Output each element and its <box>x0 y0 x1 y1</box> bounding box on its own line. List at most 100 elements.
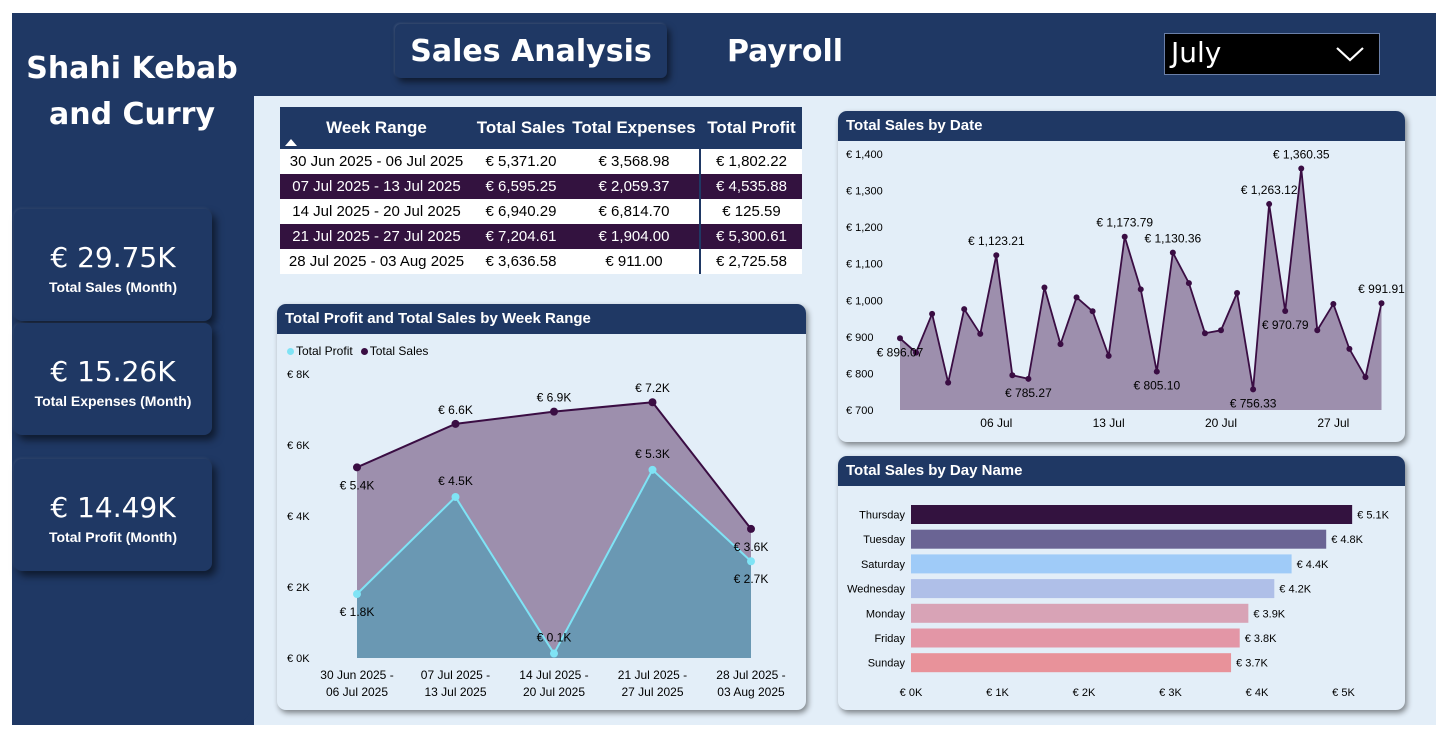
sales-by-date-chart-card: Total Sales by Date € 700 € 800 € 900 € 1,0… <box>838 111 1405 442</box>
sales-point <box>945 379 952 386</box>
sales-point <box>1185 280 1192 287</box>
sales-point <box>1073 294 1080 301</box>
cell-total-profit: € 125.59 <box>699 199 802 224</box>
x-tick-label: 03 Aug 2025 <box>717 685 785 699</box>
bar-value-label: € 4.8K <box>1331 534 1363 546</box>
x-tick-label: 28 Jul 2025 - <box>716 668 785 682</box>
sales-point <box>897 335 903 342</box>
profit-data-label: € 4.5K <box>438 474 473 488</box>
kpi-label: Total Profit (Month) <box>48 529 178 545</box>
sales-point <box>1009 372 1016 379</box>
column-header-week-range[interactable]: Week Range <box>280 107 473 149</box>
y-tick-label: € 900 <box>846 332 874 344</box>
kpi-value: € 29.75K <box>50 241 176 274</box>
sales-by-date-area-chart[interactable]: € 700 € 800 € 900 € 1,000 € 1,100 € 1,200 € 1,… <box>838 141 1405 442</box>
cell-total-sales: € 7,204.61 <box>473 224 569 249</box>
data-label: € 785.27 <box>1005 386 1052 400</box>
sales-point <box>1330 300 1337 307</box>
x-tick-label: € 0K <box>900 687 923 699</box>
x-tick-label: € 3K <box>1159 687 1182 699</box>
sales-point <box>550 407 558 416</box>
kpi-card-total-sales: € 29.75K Total Sales (Month) <box>14 209 212 321</box>
sales-point <box>1089 308 1096 315</box>
cell-week-range: 14 Jul 2025 - 20 Jul 2025 <box>280 199 473 224</box>
sales-point <box>451 419 460 428</box>
cell-total-expenses: € 911.00 <box>569 249 700 274</box>
bar <box>911 529 1327 549</box>
sales-point <box>977 330 984 337</box>
data-label: € 756.33 <box>1230 396 1277 410</box>
x-tick-label: 27 Jul 2025 <box>621 685 683 699</box>
bar <box>911 554 1292 574</box>
y-tick-label: € 700 <box>846 405 874 417</box>
sales-point <box>747 524 755 533</box>
profit-data-label: € 2.7K <box>734 572 769 586</box>
data-label: € 1,123.21 <box>968 234 1025 248</box>
column-header-total-sales[interactable]: Total Sales <box>473 107 569 149</box>
table-row[interactable]: 07 Jul 2025 - 13 Jul 2025 € 6,595.25 € 2… <box>280 174 802 199</box>
bar <box>911 628 1240 648</box>
table-row[interactable]: 14 Jul 2025 - 20 Jul 2025 € 6,940.29 € 6… <box>280 199 802 224</box>
profit-point <box>353 590 361 599</box>
bar-value-label: € 5.1K <box>1357 510 1389 522</box>
y-category-label: Wednesday <box>847 584 905 596</box>
column-header-total-expenses[interactable]: Total Expenses <box>569 107 700 149</box>
sales-point <box>1105 352 1112 359</box>
x-tick-label: € 5K <box>1332 687 1355 699</box>
cell-total-sales: € 5,371.20 <box>473 149 569 174</box>
sales-point <box>1201 330 1208 337</box>
bar-value-label: € 3.8K <box>1245 633 1277 645</box>
x-tick-label: 13 Jul <box>1093 416 1125 430</box>
y-tick-label: € 1,200 <box>846 222 883 234</box>
sales-point <box>1234 289 1241 296</box>
profit-data-label: € 0.1K <box>537 631 572 645</box>
sales-point <box>1137 286 1144 293</box>
kpi-value: € 15.26K <box>50 355 176 388</box>
x-tick-label: € 4K <box>1246 687 1269 699</box>
sales-point <box>1266 201 1273 208</box>
nav-payroll-button[interactable]: Payroll <box>700 24 870 78</box>
y-tick-label: € 8K <box>287 369 310 381</box>
chart-title: Total Sales by Date <box>838 111 1405 141</box>
sales-point <box>961 306 968 313</box>
sales-point <box>1169 249 1176 256</box>
sort-ascending-icon[interactable] <box>285 139 297 146</box>
cell-total-expenses: € 1,904.00 <box>569 224 700 249</box>
brand-title: Shahi Kebab and Curry <box>12 46 252 138</box>
bar <box>911 653 1232 673</box>
sales-point <box>1057 341 1064 348</box>
kpi-card-total-profit: € 14.49K Total Profit (Month) <box>14 459 212 571</box>
sales-by-day-bar-chart[interactable]: Thursday € 5.1K Tuesday € 4.8K Saturday € 4.4… <box>838 486 1405 710</box>
profit-point <box>648 465 657 474</box>
table-row[interactable]: 21 Jul 2025 - 27 Jul 2025 € 7,204.61 € 1… <box>280 224 802 249</box>
sales-point <box>1378 300 1385 307</box>
cell-total-profit: € 4,535.88 <box>699 174 802 199</box>
x-tick-label: 07 Jul 2025 - <box>421 668 490 682</box>
cell-total-sales: € 3,636.58 <box>473 249 569 274</box>
month-dropdown[interactable]: July <box>1164 33 1380 75</box>
nav-sales-analysis-button[interactable]: Sales Analysis <box>395 24 667 78</box>
table-row[interactable]: 28 Jul 2025 - 03 Aug 2025 € 3,636.58 € 9… <box>280 249 802 274</box>
sales-point <box>648 398 657 407</box>
table-row[interactable]: 30 Jun 2025 - 06 Jul 2025 € 5,371.20 € 3… <box>280 149 802 174</box>
y-tick-label: € 0K <box>287 653 310 665</box>
data-label: € 1,173.79 <box>1096 216 1153 230</box>
sales-point <box>353 463 361 472</box>
cell-week-range: 07 Jul 2025 - 13 Jul 2025 <box>280 174 473 199</box>
cell-week-range: 30 Jun 2025 - 06 Jul 2025 <box>280 149 473 174</box>
data-label: € 1,360.35 <box>1273 148 1330 162</box>
sales-point <box>1362 374 1369 381</box>
bar-value-label: € 3.7K <box>1236 658 1268 670</box>
sales-point <box>1346 345 1353 352</box>
week-range-area-chart[interactable]: € 0K € 2K € 4K € 6K € 8K 30 Jun 2025 - 06 Jul … <box>277 334 806 710</box>
y-tick-label: € 1,100 <box>846 259 883 271</box>
data-label: € 970.79 <box>1262 318 1309 332</box>
sales-by-day-chart-card: Total Sales by Day Name Thursday € 5.1K Tu… <box>838 456 1405 710</box>
profit-point <box>747 557 755 566</box>
data-label: € 1,263.12 <box>1241 183 1298 197</box>
y-tick-label: € 1,300 <box>846 186 883 198</box>
x-tick-label: 27 Jul <box>1317 416 1349 430</box>
cell-total-expenses: € 6,814.70 <box>569 199 700 224</box>
column-header-total-profit[interactable]: Total Profit <box>699 107 802 149</box>
sales-point <box>1041 284 1048 291</box>
